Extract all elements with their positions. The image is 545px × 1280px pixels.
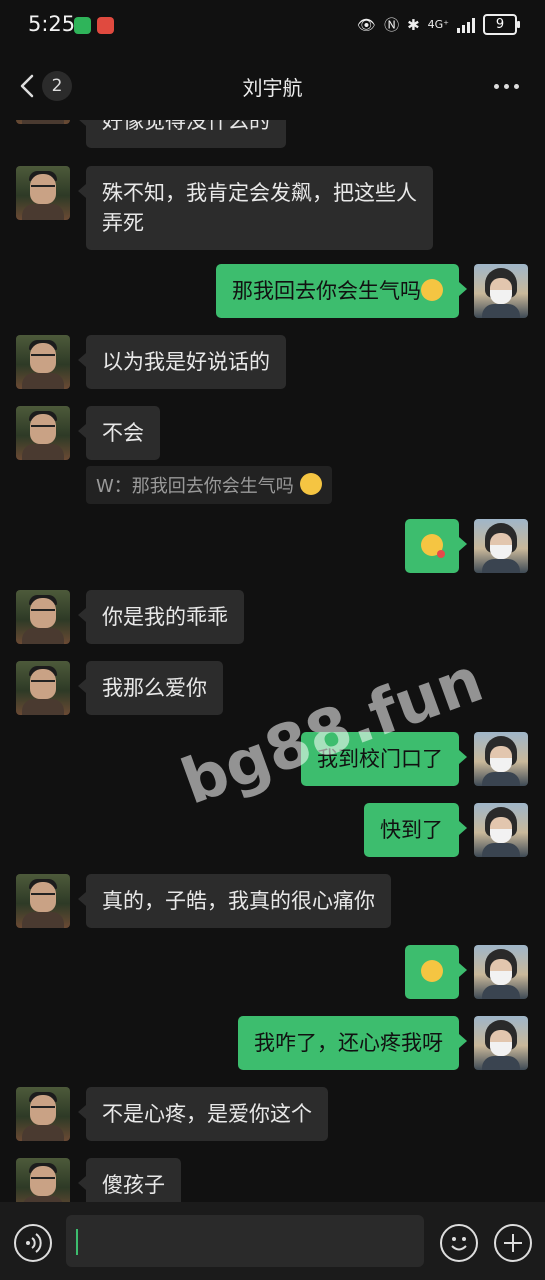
bluetooth-icon: ✱ — [407, 15, 420, 34]
plus-icon[interactable] — [494, 1224, 532, 1262]
incoming-message[interactable]: 你是我的乖乖 — [78, 590, 244, 644]
status-time: 5:25 — [28, 12, 76, 36]
contact-avatar[interactable] — [16, 661, 70, 715]
outgoing-message[interactable] — [405, 945, 467, 999]
emoji-icon[interactable] — [440, 1224, 478, 1262]
status-right: 👁 Ⓝ ✱ 4G⁺ 9 — [357, 14, 520, 35]
outgoing-message[interactable]: 我咋了，还心疼我呀 — [238, 1016, 467, 1070]
network-type: 4G⁺ — [427, 18, 449, 31]
contact-avatar[interactable] — [16, 590, 70, 644]
my-avatar[interactable] — [474, 732, 528, 786]
smile-emoji-icon — [421, 960, 443, 982]
kiss-emoji-icon — [421, 534, 445, 558]
contact-avatar[interactable] — [16, 1087, 70, 1141]
incoming-message[interactable]: 我那么爱你 — [78, 661, 223, 715]
input-bar — [0, 1202, 545, 1280]
smile-emoji-icon — [299, 473, 322, 495]
my-avatar[interactable] — [474, 945, 528, 999]
incoming-message[interactable]: 以为我是好说话的 — [78, 335, 286, 389]
incoming-message[interactable]: 真的，子皓，我真的很心痛你 — [78, 874, 391, 928]
quoted-reply[interactable]: W：那我回去你会生气吗 — [86, 466, 332, 504]
chat-title: 刘宇航 — [242, 76, 303, 100]
incoming-message[interactable]: 殊不知，我肯定会发飙，把这些人 弄死 — [78, 166, 433, 250]
wechat-notification-icon — [74, 17, 91, 34]
incoming-message[interactable]: 傻孩子 — [78, 1158, 181, 1202]
status-bar: 5:25 👁 Ⓝ ✱ 4G⁺ 9 — [0, 0, 545, 52]
outgoing-message[interactable]: 那我回去你会生气吗 — [216, 264, 467, 318]
my-avatar[interactable] — [474, 1016, 528, 1070]
text-caret — [76, 1229, 78, 1255]
outgoing-message[interactable] — [405, 519, 467, 573]
incoming-message[interactable]: 不是心疼，是爱你这个 — [78, 1087, 328, 1141]
outgoing-message[interactable]: 快到了 — [364, 803, 467, 857]
incoming-message[interactable]: 好像觉得没什么的 — [78, 120, 286, 148]
battery-icon: 9 — [483, 14, 520, 35]
contact-avatar[interactable] — [16, 874, 70, 928]
message-list[interactable]: 好像觉得没什么的 殊不知，我肯定会发飙，把这些人 弄死 那我回去你会生气吗 以为我… — [0, 120, 545, 1202]
my-avatar[interactable] — [474, 519, 528, 573]
smile-emoji-icon — [421, 279, 443, 301]
contact-avatar[interactable] — [16, 335, 70, 389]
signal-icon — [457, 17, 475, 33]
my-avatar[interactable] — [474, 803, 528, 857]
voice-input-icon[interactable] — [14, 1224, 52, 1262]
my-avatar[interactable] — [474, 264, 528, 318]
eye-icon: 👁 — [357, 15, 377, 34]
chat-header: 2 刘宇航 — [0, 52, 545, 120]
alert-notification-icon — [97, 17, 114, 34]
contact-avatar[interactable] — [16, 166, 70, 220]
contact-avatar[interactable] — [16, 1158, 70, 1202]
nfc-icon: Ⓝ — [384, 16, 400, 34]
more-options-icon[interactable] — [494, 84, 519, 89]
message-input[interactable] — [66, 1215, 424, 1267]
incoming-message[interactable]: 不会 — [78, 406, 160, 460]
contact-avatar[interactable] — [16, 406, 70, 460]
contact-avatar[interactable] — [16, 120, 70, 124]
